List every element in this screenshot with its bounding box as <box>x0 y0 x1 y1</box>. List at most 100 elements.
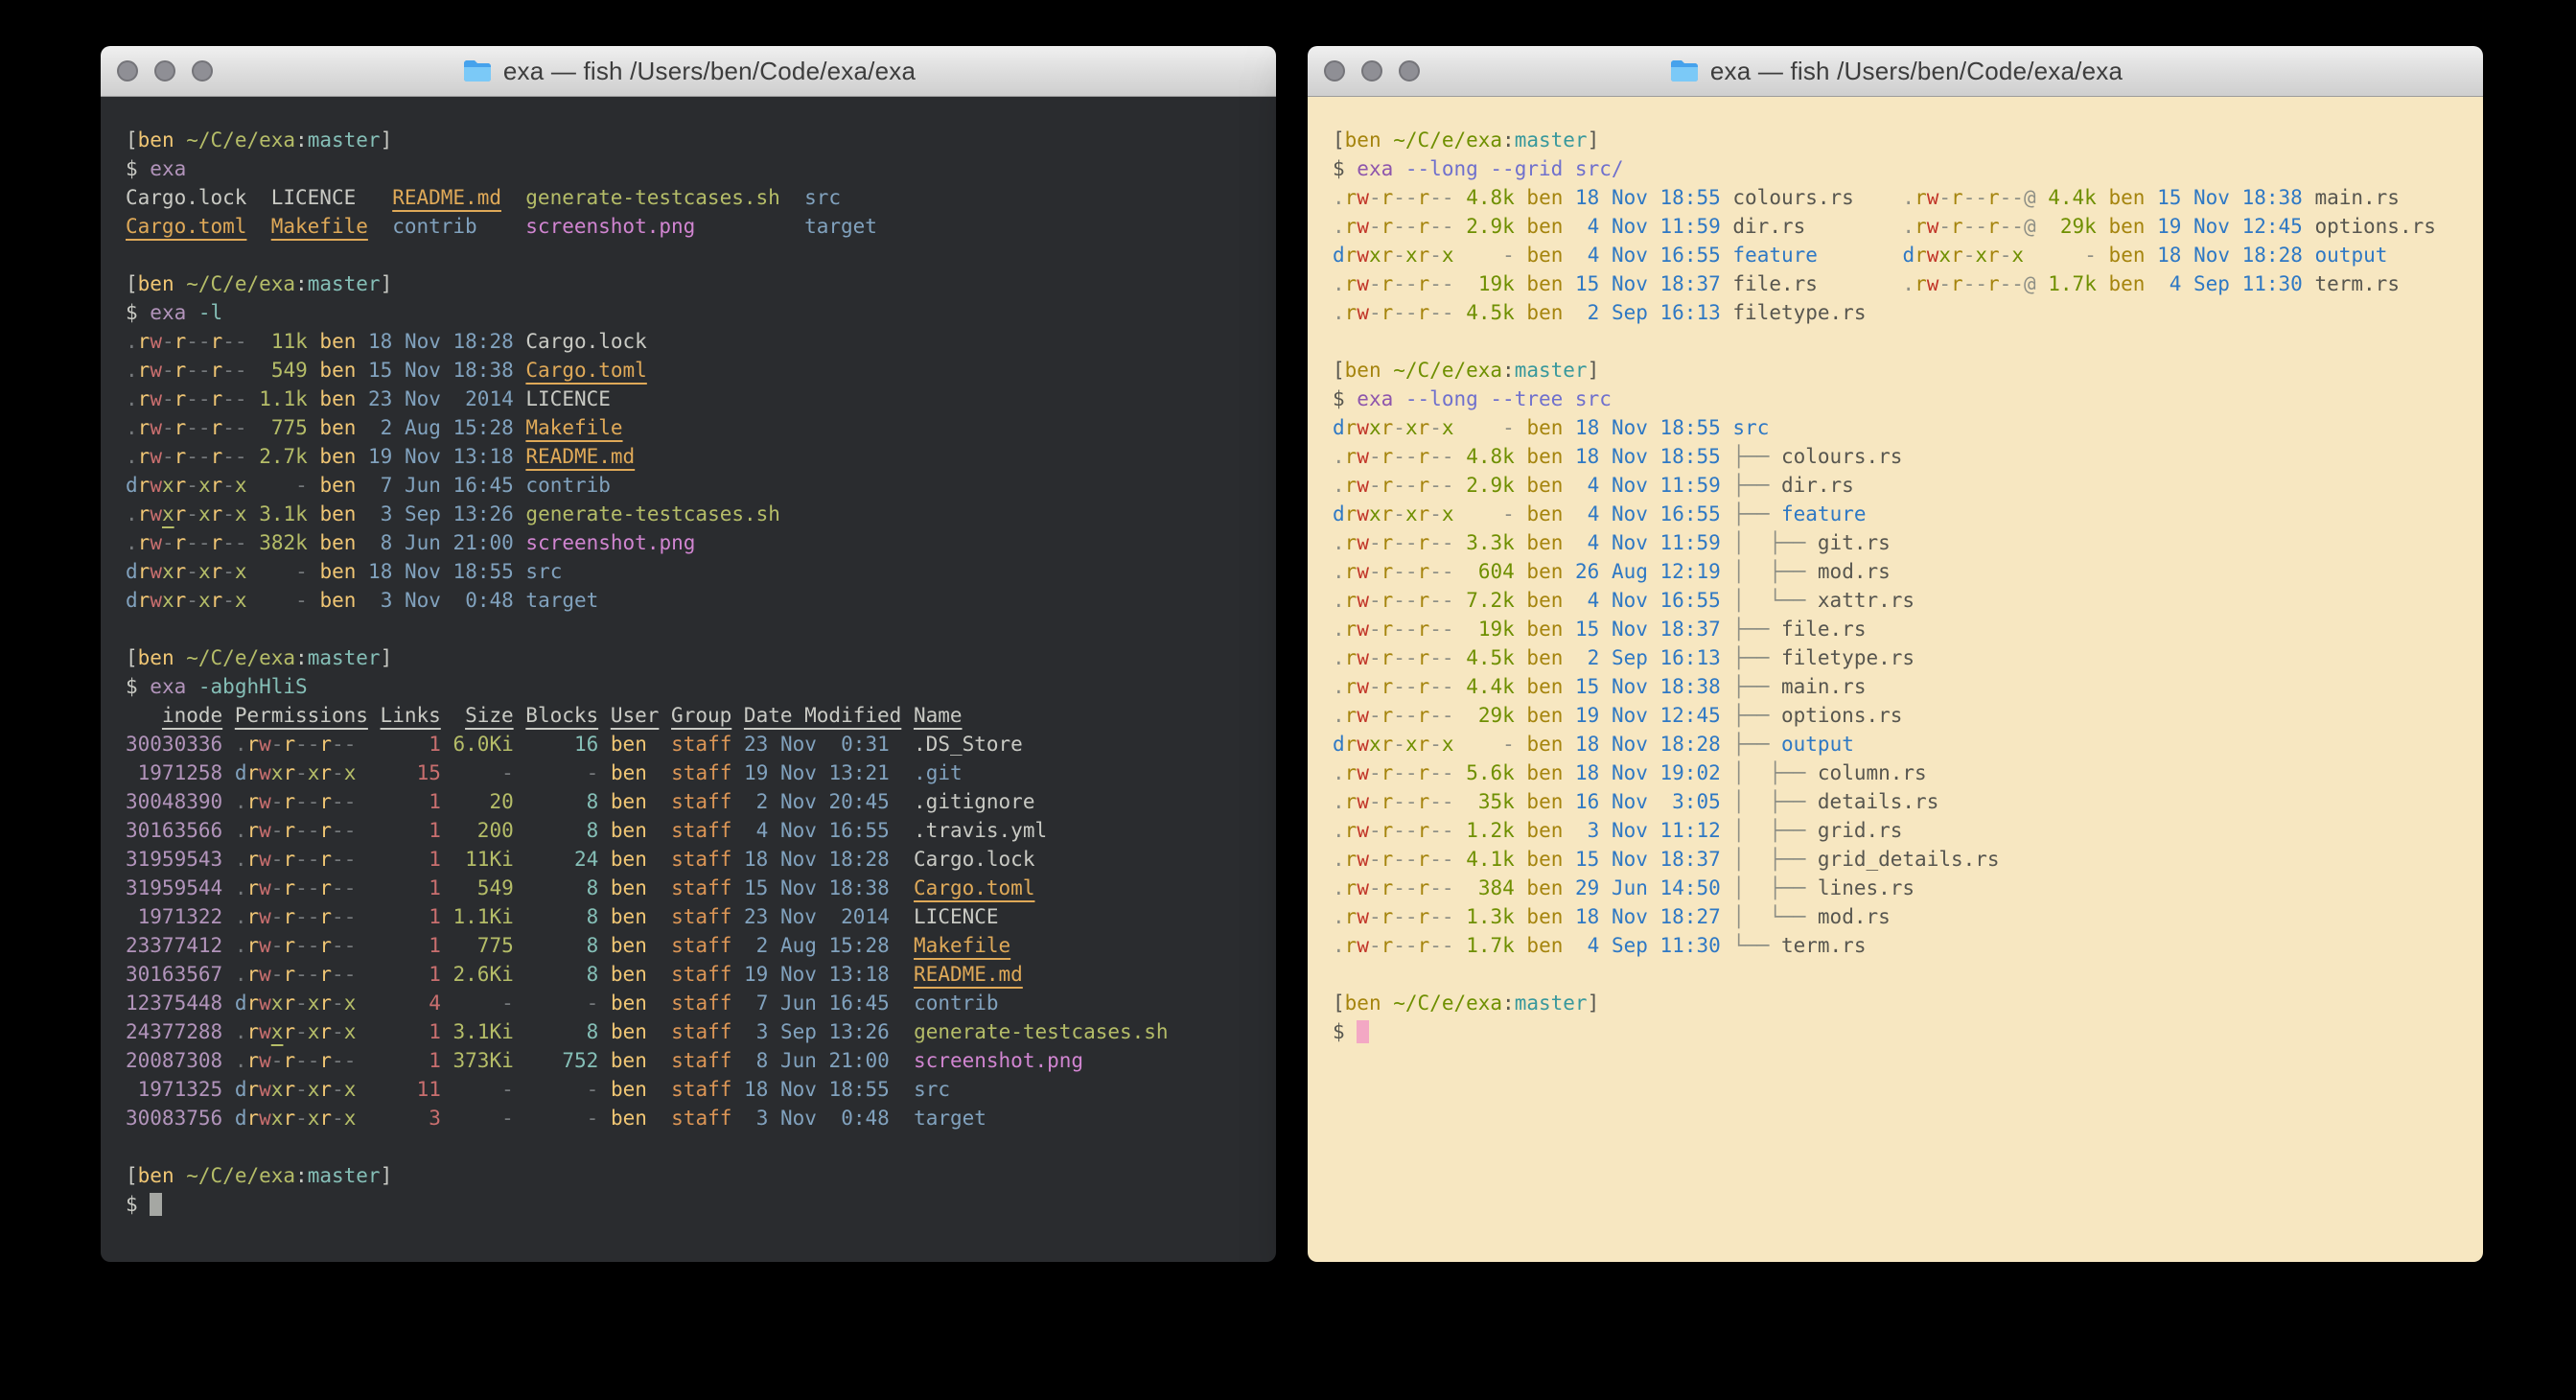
text-span <box>514 963 526 986</box>
text-span: git.rs <box>1818 531 1891 554</box>
text-span <box>890 963 914 986</box>
text-span: 1 <box>381 1049 441 1072</box>
text-span: - <box>271 905 284 928</box>
text-span: ] <box>1588 359 1600 382</box>
text-span: - <box>1938 186 1951 209</box>
text-span <box>1515 215 1527 238</box>
text-span <box>647 1049 671 1072</box>
text-span: 23 Nov 2014 <box>368 387 514 410</box>
text-span: 15 Nov 18:37 <box>1575 272 1721 295</box>
text-span: . <box>1333 560 1345 583</box>
text-span <box>1721 934 1733 957</box>
text-span: r <box>211 531 223 554</box>
text-span <box>308 502 320 525</box>
text-span: --long <box>1405 387 1478 410</box>
text-span <box>356 1078 380 1101</box>
text-span: - <box>2048 244 2097 267</box>
text-span: ben <box>1526 733 1563 756</box>
text-span: │ ├── <box>1732 819 1818 842</box>
text-span: ben <box>1526 646 1563 669</box>
text-span: ~/C/e/exa <box>1393 992 1502 1015</box>
terminal-line: [ben ~/C/e/exa:master] <box>126 269 1276 298</box>
folder-icon <box>461 58 494 84</box>
text-span: 200 <box>453 819 514 842</box>
text-span: -- <box>1393 761 1417 784</box>
zoom-button[interactable] <box>1399 60 1420 82</box>
text-span: - <box>271 819 284 842</box>
text-span: - <box>332 992 344 1015</box>
text-span: r <box>246 992 259 1015</box>
text-span: └── <box>1732 934 1781 957</box>
text-span: -- <box>332 848 356 871</box>
text-span <box>647 934 671 957</box>
terminal-line: .rw-r--r-- 5.6k ben 18 Nov 19:02 │ ├── c… <box>1333 758 2483 787</box>
text-span: r <box>1381 502 1394 525</box>
text-span: [ <box>126 128 138 152</box>
text-span: r <box>1381 905 1394 928</box>
text-span <box>1515 531 1527 554</box>
minimize-button[interactable] <box>1361 60 1382 82</box>
text-span: 1 <box>381 876 441 899</box>
terminal-line: 12375448 drwxr-xr-x 4 - - ben staff 7 Ju… <box>126 989 1276 1017</box>
text-span: r <box>246 819 259 842</box>
text-span <box>247 589 260 612</box>
text-span <box>514 502 526 525</box>
text-span: r <box>1345 531 1358 554</box>
close-button[interactable] <box>1324 60 1345 82</box>
text-span: master <box>308 1164 381 1187</box>
text-span: - <box>1429 502 1442 525</box>
text-span: staff <box>671 761 731 784</box>
terminal-content[interactable]: [ben ~/C/e/exa:master]$ exaCargo.lock LI… <box>101 97 1276 1262</box>
text-span <box>356 1020 380 1043</box>
text-span <box>1454 733 1467 756</box>
text-span: x <box>1405 733 1418 756</box>
text-span: $ <box>1333 157 1357 180</box>
text-span: -- <box>332 905 356 928</box>
text-span: ben <box>138 646 174 669</box>
text-span: Permissions <box>235 704 368 727</box>
text-span: r <box>1381 272 1394 295</box>
text-span: x <box>198 474 211 497</box>
text-span: -- <box>1429 905 1453 928</box>
text-span: -- <box>1393 704 1417 727</box>
text-span <box>731 761 744 784</box>
text-span <box>731 1020 744 1043</box>
text-span: r <box>246 934 259 957</box>
text-span: w <box>1927 215 1939 238</box>
text-span: - <box>1938 272 1951 295</box>
text-span: 1 <box>381 733 441 756</box>
text-span: - <box>1369 704 1381 727</box>
text-span: - <box>1369 905 1381 928</box>
text-span: 15 Nov 18:38 <box>368 359 514 382</box>
terminal-line: .rw-r--r-- 2.9k ben 4 Nov 11:59 ├── dir.… <box>1333 471 2483 500</box>
text-span: r <box>138 474 151 497</box>
text-span <box>1454 905 1467 928</box>
text-span: master <box>1515 992 1588 1015</box>
text-span <box>356 502 368 525</box>
titlebar[interactable]: exa — fish /Users/ben/Code/exa/exa <box>101 46 1276 97</box>
minimize-button[interactable] <box>154 60 175 82</box>
text-span: 18 Nov 18:27 <box>1575 905 1721 928</box>
text-span: 4 Nov 16:55 <box>744 819 890 842</box>
text-span <box>1721 618 1733 641</box>
text-span: 31959543 <box>126 848 222 871</box>
text-span: 2 Sep 16:13 <box>1575 646 1721 669</box>
terminal-content[interactable]: [ben ~/C/e/exa:master]$ exa --long --gri… <box>1308 97 2483 1262</box>
text-span: w <box>259 1049 271 1072</box>
titlebar[interactable]: exa — fish /Users/ben/Code/exa/exa <box>1308 46 2483 97</box>
text-span: ben <box>611 992 647 1015</box>
zoom-button[interactable] <box>192 60 213 82</box>
close-button[interactable] <box>117 60 138 82</box>
text-span: w <box>150 359 162 382</box>
text-span: src/ <box>1575 157 1624 180</box>
terminal-line: 24377288 .rwxr-xr-x 1 3.1Ki 8 ben staff … <box>126 1017 1276 1046</box>
text-span: -- <box>295 848 319 871</box>
text-span: 29k <box>2048 215 2097 238</box>
text-span <box>1515 761 1527 784</box>
text-span: x <box>308 992 320 1015</box>
text-span: r <box>1345 416 1358 439</box>
text-span: -- <box>1393 445 1417 468</box>
text-span: w <box>1357 186 1369 209</box>
text-span <box>1563 848 1575 871</box>
text-span: . <box>1333 819 1345 842</box>
